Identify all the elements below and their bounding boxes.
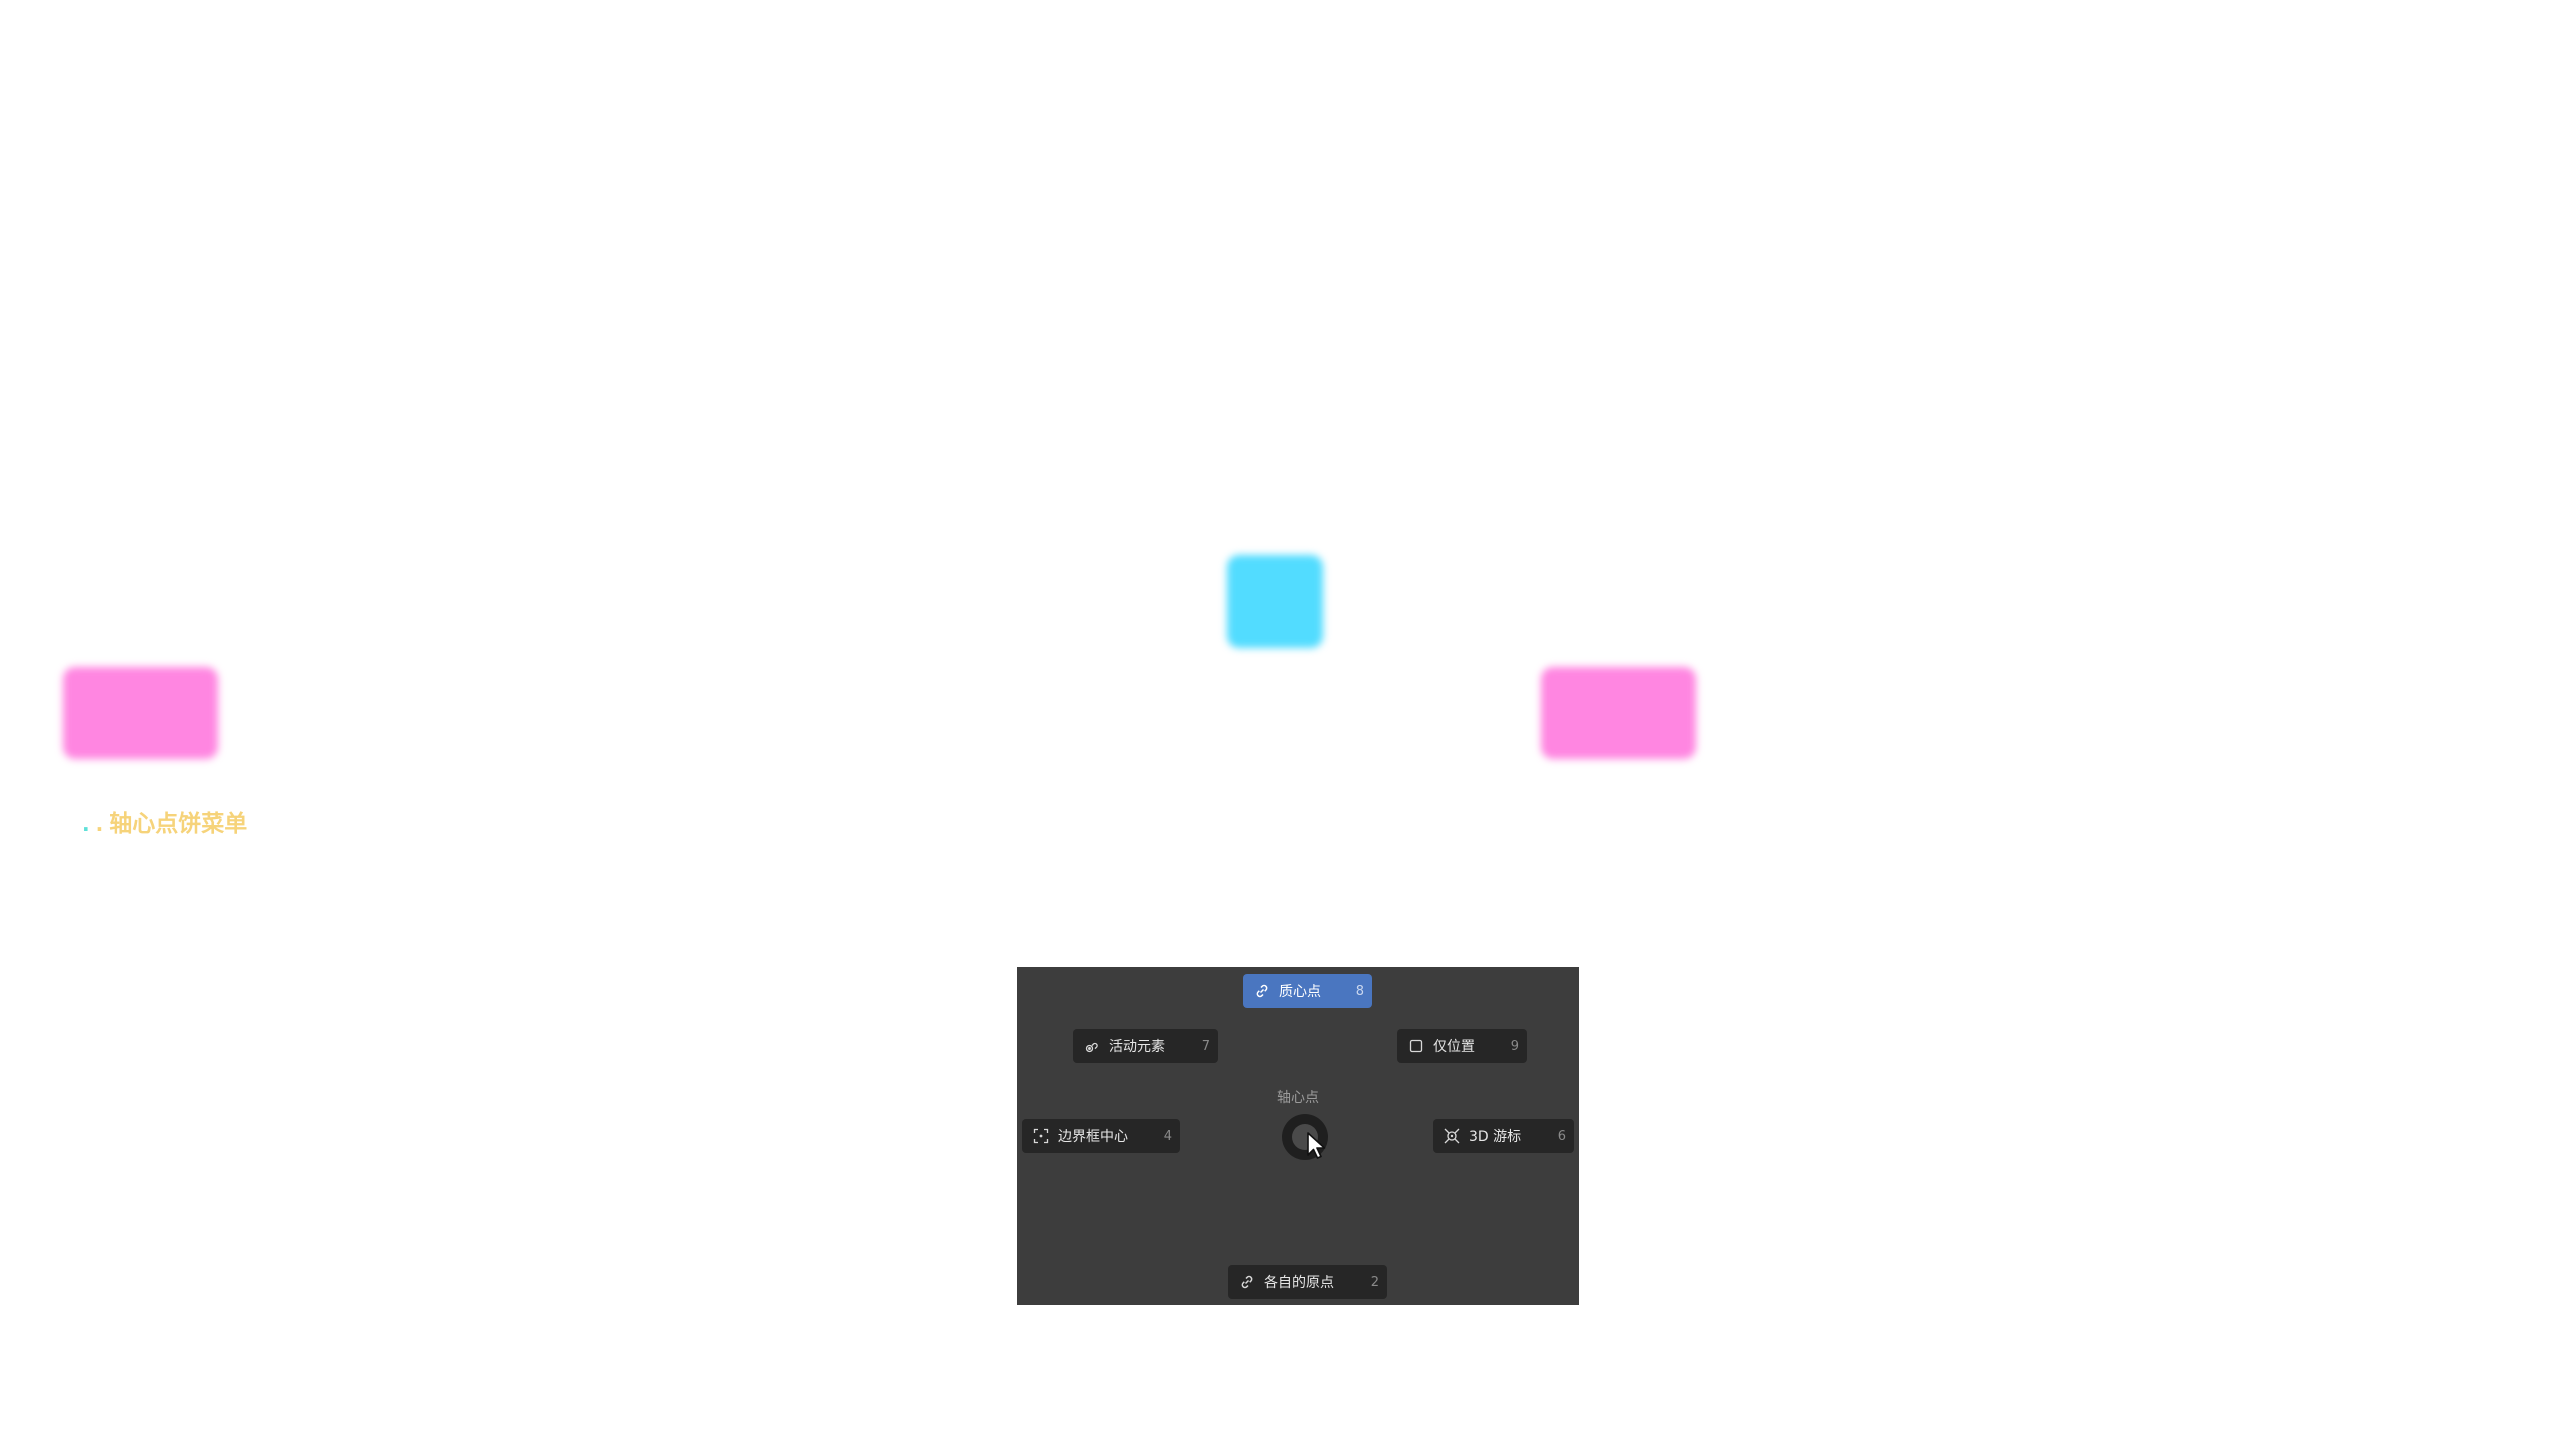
pie-item-median-point[interactable]: 质心点 8 [1243,974,1372,1008]
pie-item-hotkey: 9 [1510,1038,1519,1054]
active-element-icon [1083,1037,1101,1055]
pie-item-label: 活动元素 [1109,1039,1165,1055]
pie-menu-title: 轴心点 [1277,1090,1319,1106]
caption-text: 轴心点饼菜单 [109,811,248,837]
pie-item-hotkey: 8 [1355,983,1364,999]
pie-item-label: 边界框中心 [1058,1129,1128,1145]
pie-item-hotkey: 4 [1163,1128,1172,1144]
pie-item-bounding-box-center[interactable]: 边界框中心 4 [1022,1119,1180,1153]
pie-item-hotkey: 2 [1370,1274,1379,1290]
pie-item-label: 各自的原点 [1264,1275,1334,1291]
bounding-box-icon [1032,1127,1050,1145]
caption-dot-1: . [82,812,90,836]
mouse-pointer-icon [1306,1131,1328,1165]
pie-item-3d-cursor[interactable]: 3D 游标 6 [1433,1119,1574,1153]
pie-item-label: 仅位置 [1433,1039,1475,1055]
pie-item-hotkey: 7 [1201,1038,1210,1054]
pink-blurred-shape-right [1541,667,1696,759]
link-icon [1238,1273,1256,1291]
page: . . 轴心点饼菜单 质心点 8 活动元素 7 仅位置 9 边界框中心 4 3D… [0,0,2560,1440]
caption: . . 轴心点饼菜单 [82,804,247,838]
caption-dot-2: . [95,812,104,836]
pie-item-active-element[interactable]: 活动元素 7 [1073,1029,1218,1063]
link-icon [1253,982,1271,1000]
cyan-blurred-shape [1227,555,1323,648]
pie-item-individual-origins[interactable]: 各自的原点 2 [1228,1265,1387,1299]
pie-item-label: 3D 游标 [1469,1129,1522,1145]
checkbox-icon [1407,1037,1425,1055]
pivot-pie-menu: 质心点 8 活动元素 7 仅位置 9 边界框中心 4 3D 游标 6 各自的原点… [1017,967,1579,1305]
pie-item-only-locations[interactable]: 仅位置 9 [1397,1029,1527,1063]
pie-item-label: 质心点 [1279,984,1321,1000]
cursor-3d-icon [1443,1127,1461,1145]
pink-blurred-shape-left [63,667,218,759]
pie-item-hotkey: 6 [1557,1128,1566,1144]
